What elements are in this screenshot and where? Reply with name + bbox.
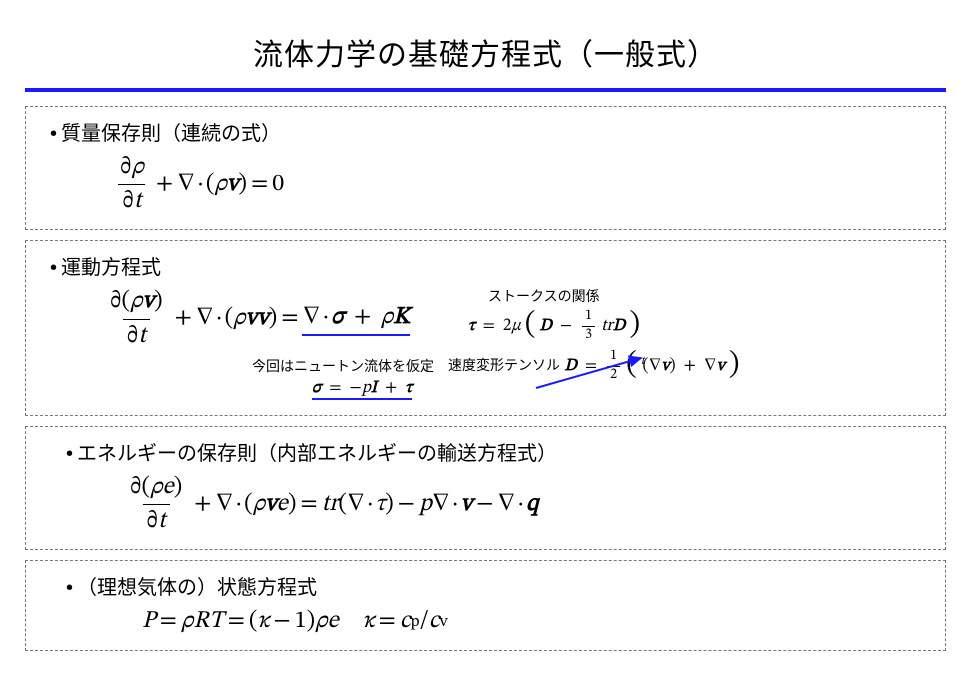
momentum-side: ストークスの関係 τ = 2μ ( D − 13 trD ) 速度変形テンソル … — [448, 286, 929, 384]
heading-mass: 質量保存則（連続の式） — [50, 117, 929, 146]
equation-stokes: τ = 2μ ( D − 13 trD ) — [468, 308, 929, 344]
def-tensor-row: 速度変形テンソル D = 12 ( t(∇v) + ∇v ) — [448, 348, 929, 384]
equation-energy: ∂(ρe) ∂t + ∇· (ρve) = tr(∇·τ) − p∇·v − ∇… — [122, 472, 929, 537]
newton-note: 今回はニュートン流体を仮定 — [252, 358, 434, 374]
equation-momentum: ∂(ρv) ∂t + ∇· (ρvv) = ∇·σ + ρK — [102, 286, 434, 351]
stokes-label: ストークスの関係 — [488, 286, 929, 306]
block-mass: 質量保存則（連続の式） ∂ρ ∂t + ∇ · (ρv) = 0 — [25, 106, 946, 230]
def-tensor-label: 速度変形テンソル — [448, 357, 560, 373]
equation-mass: ∂ρ ∂t + ∇ · (ρv) = 0 — [112, 152, 929, 217]
equation-sigma-def: σ = −pI + τ — [312, 378, 434, 399]
block-state: （理想気体の）状態方程式 P = ρRT = (κ−1)ρe κ = cp / … — [25, 560, 946, 650]
equation-def-tensor: D = 12 ( t(∇v) + ∇v ) — [564, 358, 739, 375]
block-energy: エネルギーの保存則（内部エネルギーの輸送方程式） ∂(ρe) ∂t + ∇· (… — [25, 426, 946, 550]
newton-note-row: 今回はニュートン流体を仮定 — [252, 356, 434, 376]
block-momentum: 運動方程式 ∂(ρv) ∂t + ∇· (ρvv) = ∇·σ + ρK — [25, 240, 946, 416]
slide: 流体力学の基礎方程式（一般式） 質量保存則（連続の式） ∂ρ ∂t + ∇ · … — [0, 0, 971, 673]
heading-energy: エネルギーの保存則（内部エネルギーの輸送方程式） — [66, 437, 929, 466]
page-title: 流体力学の基礎方程式（一般式） — [25, 30, 946, 74]
heading-momentum: 運動方程式 — [50, 251, 929, 280]
heading-state: （理想気体の）状態方程式 — [66, 571, 929, 600]
title-rule — [25, 88, 946, 92]
equation-state: P = ρRT = (κ−1)ρe κ = cp / cv — [142, 606, 929, 637]
